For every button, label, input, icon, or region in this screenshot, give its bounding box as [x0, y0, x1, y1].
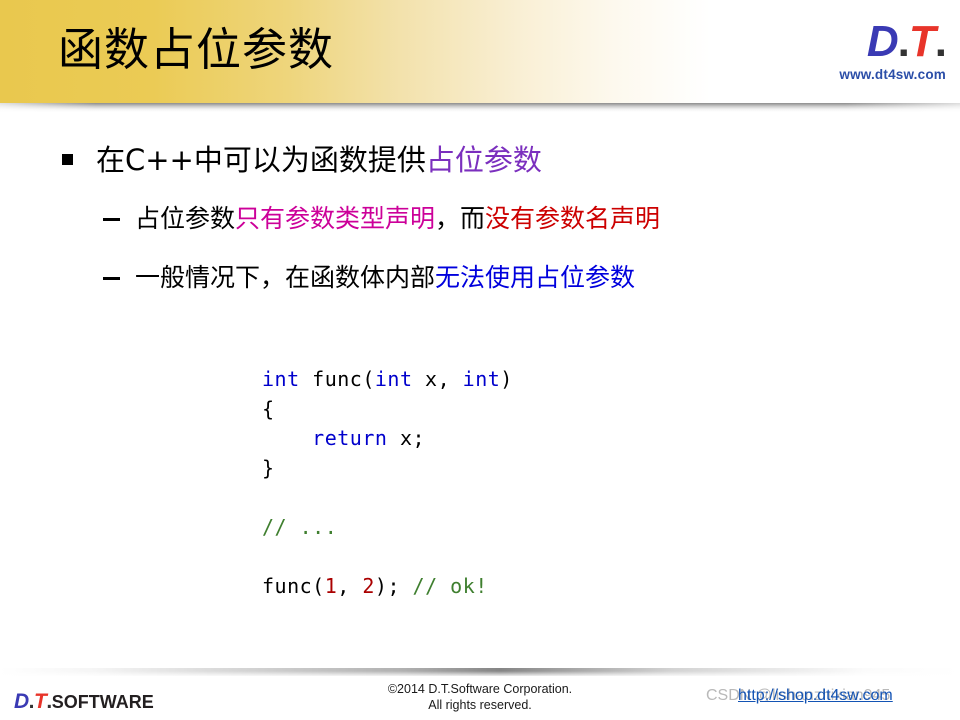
logo-letter-d: D	[866, 17, 899, 66]
dash-bullet-icon	[103, 218, 120, 221]
code-line-3: return x;	[262, 424, 513, 454]
code-arg-2: 2	[362, 573, 375, 598]
bullet-level1-item: 在C++中可以为函数提供占位参数	[0, 140, 960, 180]
code-line-1: int func(int x, int)	[262, 365, 513, 395]
code-comment-ok: // ok!	[412, 573, 488, 598]
code-line-4: }	[262, 454, 513, 484]
code-keyword-int-param1: int	[374, 367, 413, 391]
page-title: 函数占位参数	[58, 23, 335, 76]
bullet2-text-black-2: ，而	[435, 204, 486, 233]
logo-website-url: www.dt4sw.com	[839, 67, 946, 82]
code-func-signature-close: )	[500, 367, 513, 391]
logo-dot-1: .	[897, 17, 910, 66]
code-open-brace: {	[262, 396, 275, 421]
bullet-level2-item-2: 一般情况下，在函数体内部无法使用占位参数	[0, 261, 960, 295]
bullet3-text-blue: 无法使用占位参数	[435, 263, 636, 292]
bullet2-text-black-1: 占位参数	[135, 204, 236, 233]
code-call-close: );	[374, 573, 413, 598]
code-close-brace: }	[262, 455, 275, 480]
logo-letter-t: T	[908, 17, 936, 66]
code-param1-name: x,	[412, 367, 463, 391]
bullet1-text-black: 在C++中可以为函数提供	[96, 143, 426, 177]
code-sample: int func(int x, int){ return x;}// ... fu…	[262, 365, 513, 601]
bullet1-text-purple: 占位参数	[425, 143, 542, 177]
shop-url-link[interactable]: http://shop.dt4sw.com	[738, 686, 893, 706]
slide-body: 在C++中可以为函数提供占位参数 占位参数只有参数类型声明，而没有参数名声明 一…	[0, 140, 960, 295]
logo-dot-2: .	[934, 17, 947, 66]
logo-wordmark: D.T.	[756, 17, 947, 66]
brand-logo: D.T. www.dt4sw.com	[756, 17, 947, 83]
bullet3-text-black: 一般情况下，在函数体内部	[135, 263, 436, 292]
code-comment-ellipsis: // ...	[262, 514, 338, 539]
code-return-expression: x;	[387, 426, 426, 450]
code-arg-1: 1	[324, 573, 338, 598]
code-line-6: func(1, 2); // ok!	[262, 572, 513, 602]
bullet2-text-red: 没有参数名声明	[485, 204, 661, 233]
code-line-2: {	[262, 395, 513, 425]
code-call-open: func(	[262, 573, 325, 598]
slide: 函数占位参数 D.T. www.dt4sw.com 在C++中可以为函数提供占位…	[0, 0, 960, 720]
bullet-level2-item-1: 占位参数只有参数类型声明，而没有参数名声明	[0, 202, 960, 236]
code-keyword-int-placeholder-param: int	[462, 367, 501, 391]
code-line-5: // ...	[262, 513, 513, 543]
bullet2-text-magenta: 只有参数类型声明	[235, 204, 436, 233]
code-keyword-int-return-type: int	[262, 367, 300, 391]
code-arg-separator: ,	[337, 573, 363, 598]
code-keyword-return: return	[312, 426, 388, 450]
footer-divider	[0, 668, 960, 676]
dash-bullet-icon	[103, 277, 120, 280]
square-bullet-icon	[62, 154, 73, 165]
header-shadow-divider	[0, 103, 960, 112]
code-func-signature-open: func(	[299, 367, 375, 391]
